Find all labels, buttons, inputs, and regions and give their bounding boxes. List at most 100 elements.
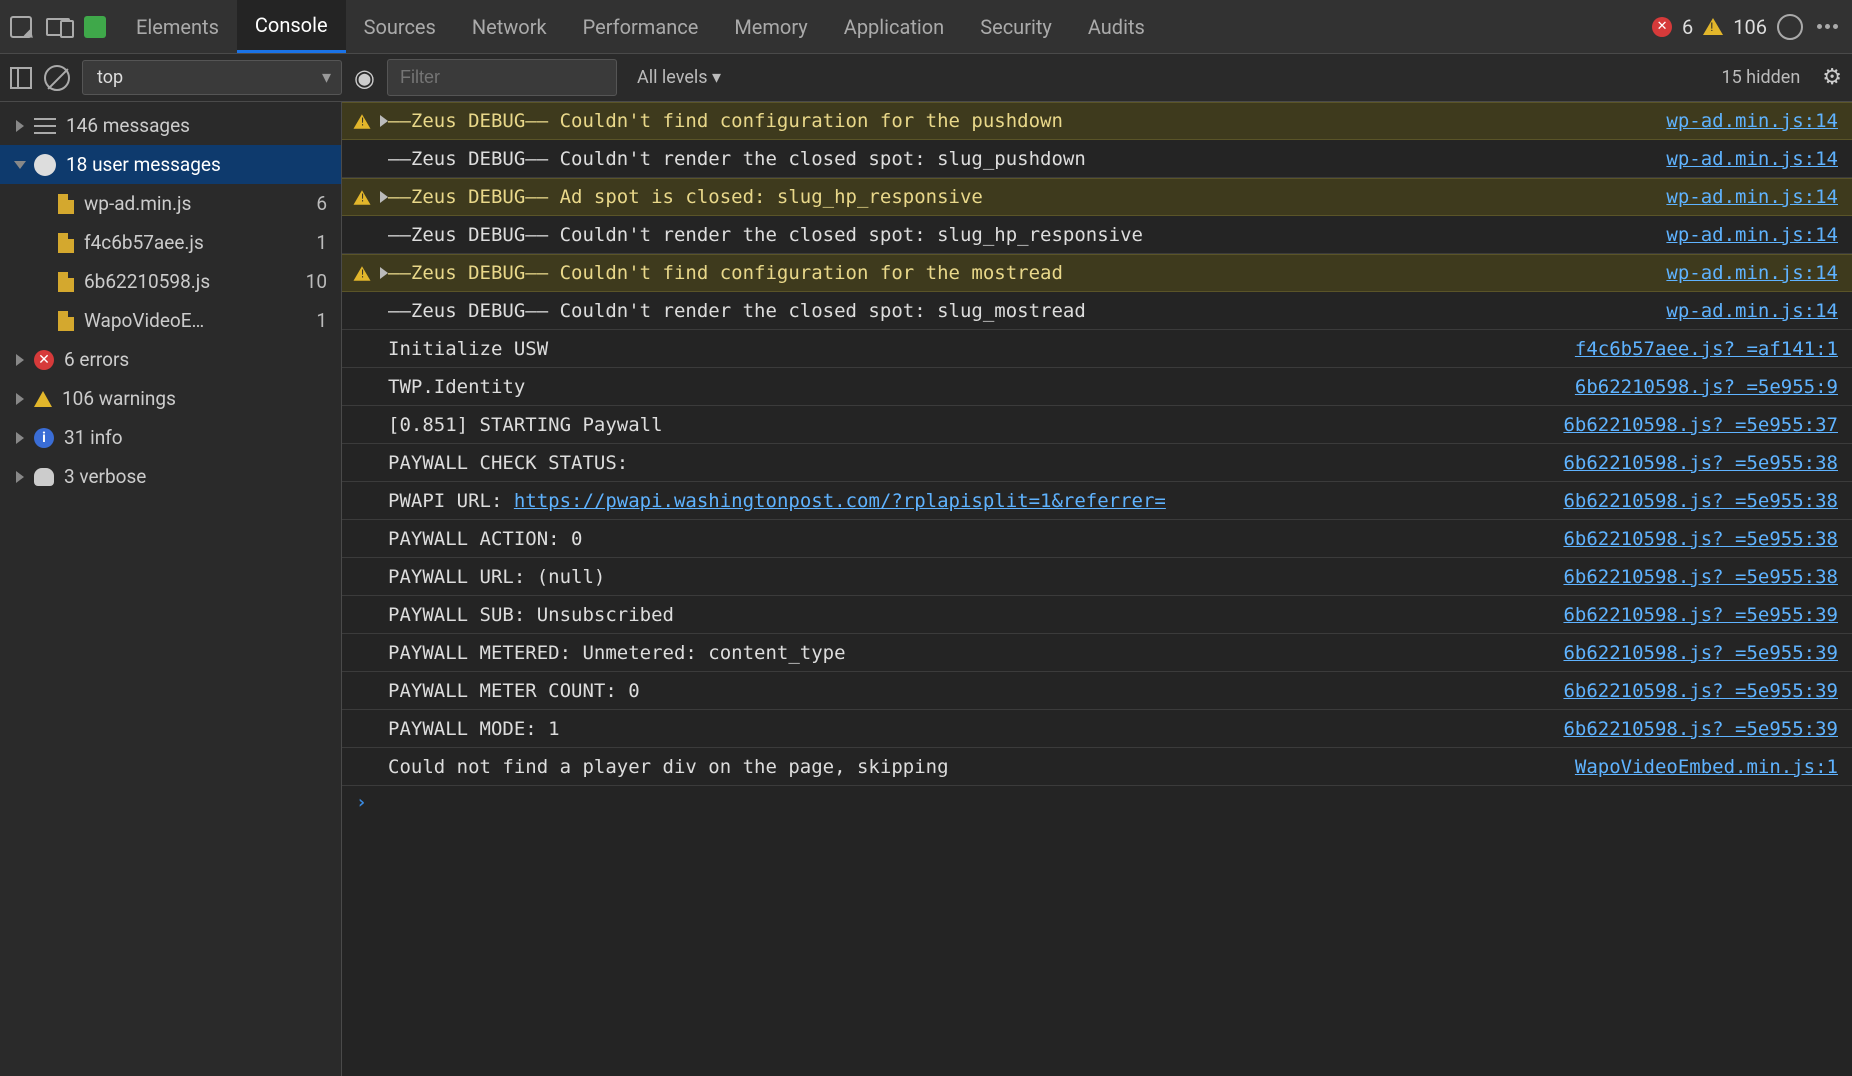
tab-sources[interactable]: Sources bbox=[346, 0, 454, 53]
console-message: ——Zeus DEBUG—— Couldn't render the close… bbox=[388, 148, 1654, 170]
feedback-icon[interactable] bbox=[1777, 14, 1803, 40]
sidebar-group[interactable]: ✕6 errors bbox=[0, 340, 341, 379]
console-source-link[interactable]: f4c6b57aee.js? =af141:1 bbox=[1575, 338, 1838, 360]
console-row[interactable]: PAYWALL MODE: 16b62210598.js? =5e955:39 bbox=[342, 710, 1852, 748]
console-source-link[interactable]: 6b62210598.js? =5e955:38 bbox=[1563, 566, 1838, 588]
sidebar-group[interactable]: i31 info bbox=[0, 418, 341, 457]
console-message: PAYWALL URL: (null) bbox=[388, 566, 1551, 588]
console-row[interactable]: Could not find a player div on the page,… bbox=[342, 748, 1852, 786]
console-message: ——Zeus DEBUG—— Couldn't render the close… bbox=[388, 300, 1654, 322]
inspect-element-icon[interactable] bbox=[10, 16, 32, 38]
panel-tabs: ElementsConsoleSourcesNetworkPerformance… bbox=[118, 0, 1652, 53]
console-message: PAYWALL ACTION: 0 bbox=[388, 528, 1551, 550]
clear-console-icon[interactable] bbox=[44, 65, 70, 91]
file-icon bbox=[58, 272, 74, 292]
console-source-link[interactable]: wp-ad.min.js:14 bbox=[1666, 224, 1838, 246]
extension-cube-icon[interactable] bbox=[84, 16, 106, 38]
console-source-link[interactable]: wp-ad.min.js:14 bbox=[1666, 110, 1838, 132]
sidebar-file-item[interactable]: 6b62210598.js10 bbox=[0, 262, 341, 301]
sidebar-group-label: 6 errors bbox=[64, 348, 129, 371]
console-source-link[interactable]: wp-ad.min.js:14 bbox=[1666, 148, 1838, 170]
console-row[interactable]: PWAPI URL: https://pwapi.washingtonpost.… bbox=[342, 482, 1852, 520]
tab-elements[interactable]: Elements bbox=[118, 0, 237, 53]
sidebar-group[interactable]: 18 user messages bbox=[0, 145, 341, 184]
console-source-link[interactable]: 6b62210598.js? =5e955:38 bbox=[1563, 452, 1838, 474]
sidebar-group[interactable]: 146 messages bbox=[0, 106, 341, 145]
console-row[interactable]: ——Zeus DEBUG—— Couldn't find configurati… bbox=[342, 102, 1852, 140]
sidebar-group-label: 106 warnings bbox=[62, 387, 176, 410]
console-row[interactable]: PAYWALL URL: (null) 6b62210598.js? =5e955… bbox=[342, 558, 1852, 596]
console-source-link[interactable]: 6b62210598.js? =5e955:39 bbox=[1563, 642, 1838, 664]
list-icon bbox=[34, 118, 56, 134]
expand-triangle-icon[interactable] bbox=[16, 120, 24, 132]
console-message-link[interactable]: https://pwapi.washingtonpost.com/?rplapi… bbox=[514, 490, 1166, 512]
expand-triangle-icon[interactable] bbox=[16, 393, 24, 405]
console-source-link[interactable]: 6b62210598.js? =5e955:39 bbox=[1563, 718, 1838, 740]
tab-console[interactable]: Console bbox=[237, 0, 346, 53]
console-row[interactable]: ——Zeus DEBUG—— Couldn't render the close… bbox=[342, 216, 1852, 254]
console-message: ——Zeus DEBUG—— Ad spot is closed: slug_h… bbox=[388, 186, 1654, 208]
tab-security[interactable]: Security bbox=[962, 0, 1070, 53]
error-count[interactable]: 6 bbox=[1682, 15, 1693, 39]
console-sidebar: 146 messages18 user messageswp-ad.min.js… bbox=[0, 102, 342, 1076]
hidden-messages-label[interactable]: 15 hidden bbox=[1721, 67, 1800, 88]
tab-performance[interactable]: Performance bbox=[565, 0, 717, 53]
toggle-sidebar-icon[interactable] bbox=[10, 67, 32, 89]
console-prompt[interactable]: › bbox=[342, 786, 1852, 819]
console-source-link[interactable]: wp-ad.min.js:14 bbox=[1666, 262, 1838, 284]
sidebar-file-item[interactable]: f4c6b57aee.js1 bbox=[0, 223, 341, 262]
console-row[interactable]: ——Zeus DEBUG—— Couldn't render the close… bbox=[342, 292, 1852, 330]
expand-triangle-icon[interactable] bbox=[16, 432, 24, 444]
tab-audits[interactable]: Audits bbox=[1070, 0, 1163, 53]
warning-badge-icon[interactable] bbox=[1703, 18, 1723, 35]
row-leading bbox=[352, 113, 388, 130]
console-row[interactable]: ——Zeus DEBUG—— Ad spot is closed: slug_h… bbox=[342, 178, 1852, 216]
sidebar-group[interactable]: 106 warnings bbox=[0, 379, 341, 418]
console-source-link[interactable]: 6b62210598.js? =5e955:37 bbox=[1563, 414, 1838, 436]
expand-triangle-icon[interactable] bbox=[380, 115, 388, 127]
console-source-link[interactable]: 6b62210598.js? =5e955:39 bbox=[1563, 604, 1838, 626]
console-row[interactable]: [0.851] STARTING Paywall6b62210598.js? =… bbox=[342, 406, 1852, 444]
sidebar-file-item[interactable]: WapoVideoE…1 bbox=[0, 301, 341, 340]
log-levels-dropdown[interactable]: All levels ▾ bbox=[637, 67, 721, 88]
warning-count[interactable]: 106 bbox=[1733, 15, 1767, 39]
expand-triangle-icon[interactable] bbox=[14, 161, 26, 169]
bug-icon bbox=[34, 468, 54, 486]
tab-network[interactable]: Network bbox=[454, 0, 565, 53]
console-row[interactable]: PAYWALL METER COUNT: 06b62210598.js? =5e… bbox=[342, 672, 1852, 710]
expand-triangle-icon[interactable] bbox=[16, 471, 24, 483]
tab-application[interactable]: Application bbox=[826, 0, 962, 53]
console-source-link[interactable]: WapoVideoEmbed.min.js:1 bbox=[1575, 756, 1838, 778]
live-expression-icon[interactable]: ◉ bbox=[354, 64, 375, 92]
warning-icon bbox=[354, 266, 371, 280]
expand-triangle-icon[interactable] bbox=[380, 267, 388, 279]
tab-memory[interactable]: Memory bbox=[716, 0, 825, 53]
console-row[interactable]: TWP.Identity6b62210598.js? =5e955:9 bbox=[342, 368, 1852, 406]
console-row[interactable]: ——Zeus DEBUG—— Couldn't find configurati… bbox=[342, 254, 1852, 292]
more-options-icon[interactable] bbox=[1813, 24, 1842, 29]
sidebar-file-item[interactable]: wp-ad.min.js6 bbox=[0, 184, 341, 223]
console-source-link[interactable]: wp-ad.min.js:14 bbox=[1666, 186, 1838, 208]
console-source-link[interactable]: 6b62210598.js? =5e955:38 bbox=[1563, 490, 1838, 512]
sidebar-group[interactable]: 3 verbose bbox=[0, 457, 341, 496]
console-row[interactable]: ——Zeus DEBUG—— Couldn't render the close… bbox=[342, 140, 1852, 178]
console-row[interactable]: PAYWALL SUB: Unsubscribed6b62210598.js? … bbox=[342, 596, 1852, 634]
console-row[interactable]: PAYWALL CHECK STATUS:6b62210598.js? =5e9… bbox=[342, 444, 1852, 482]
console-row[interactable]: PAYWALL ACTION: 0 6b62210598.js? =5e955:3… bbox=[342, 520, 1852, 558]
sidebar-file-label: f4c6b57aee.js bbox=[84, 231, 204, 254]
device-toolbar-icon[interactable] bbox=[46, 18, 70, 36]
error-badge-icon[interactable]: ✕ bbox=[1652, 17, 1672, 37]
console-settings-icon[interactable]: ⚙ bbox=[1822, 65, 1842, 90]
sidebar-file-count: 6 bbox=[316, 192, 327, 215]
filter-input[interactable] bbox=[387, 59, 617, 96]
console-source-link[interactable]: 6b62210598.js? =5e955:39 bbox=[1563, 680, 1838, 702]
console-source-link[interactable]: wp-ad.min.js:14 bbox=[1666, 300, 1838, 322]
console-source-link[interactable]: 6b62210598.js? =5e955:9 bbox=[1575, 376, 1838, 398]
console-row[interactable]: Initialize USWf4c6b57aee.js? =af141:1 bbox=[342, 330, 1852, 368]
context-selector[interactable]: top bbox=[82, 60, 342, 95]
console-source-link[interactable]: 6b62210598.js? =5e955:38 bbox=[1563, 528, 1838, 550]
expand-triangle-icon[interactable] bbox=[16, 354, 24, 366]
console-row[interactable]: PAYWALL METERED: Unmetered: content_type… bbox=[342, 634, 1852, 672]
expand-triangle-icon[interactable] bbox=[380, 191, 388, 203]
console-message: ——Zeus DEBUG—— Couldn't find configurati… bbox=[388, 262, 1654, 284]
